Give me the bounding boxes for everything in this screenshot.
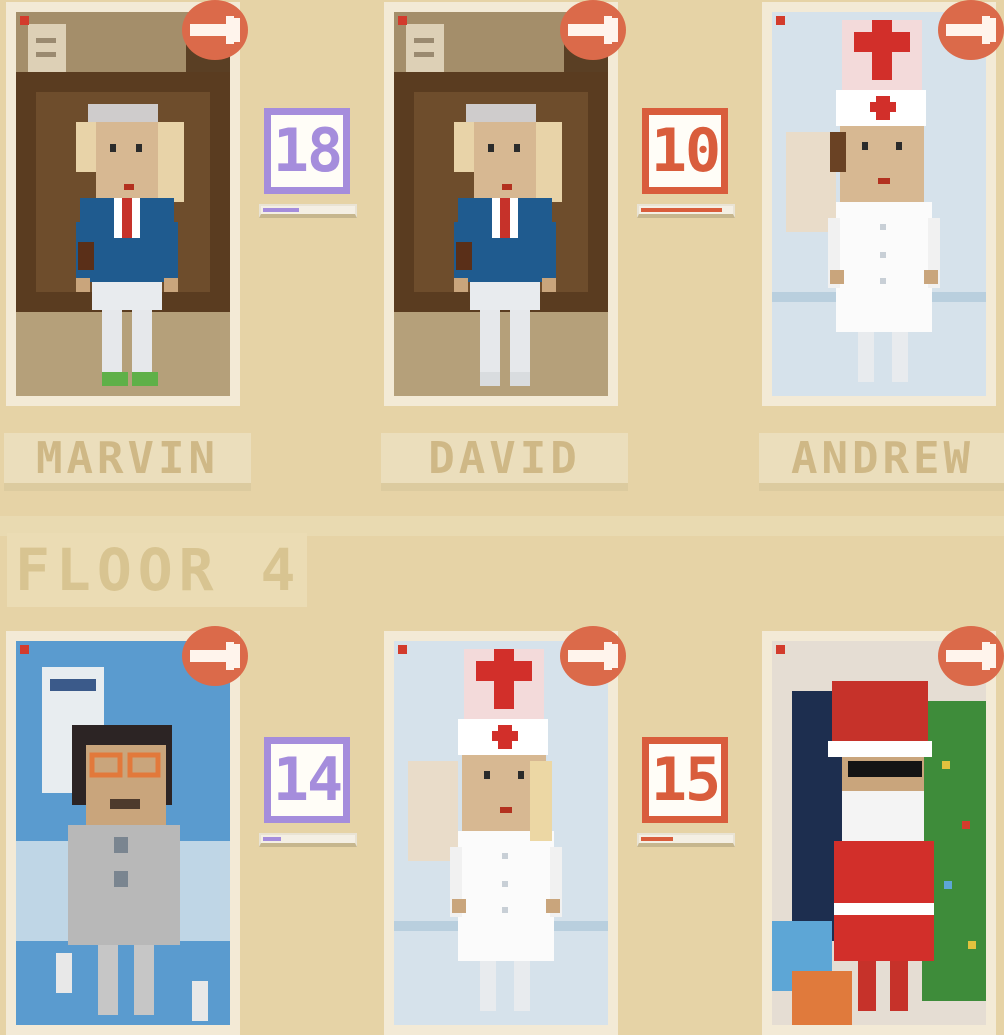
wrench-remove-icon [568, 16, 618, 44]
status-dot [398, 645, 407, 654]
remove-andrew-button[interactable] [938, 0, 1004, 60]
remove-marvin-button[interactable] [182, 0, 248, 60]
character-card-santa[interactable] [762, 631, 996, 1035]
character-card-marvin[interactable] [6, 2, 240, 406]
name-plate: DAVID [381, 433, 628, 491]
level-badge: 15 [642, 737, 728, 823]
character-portrait [16, 641, 230, 1025]
status-dot [776, 16, 785, 25]
wrench-remove-icon [946, 642, 996, 670]
character-card-david[interactable] [384, 2, 618, 406]
level-badge: 18 [264, 108, 350, 194]
status-dot [20, 645, 29, 654]
wrench-remove-icon [946, 16, 996, 44]
character-card-andrew[interactable] [762, 2, 996, 406]
character-portrait [772, 12, 986, 396]
wrench-remove-icon [190, 642, 240, 670]
remove-nurse-button[interactable] [560, 626, 626, 686]
level-badge: 10 [642, 108, 728, 194]
status-dot [20, 16, 29, 25]
character-portrait [772, 641, 986, 1025]
name-plate: MARVIN [4, 433, 251, 491]
wrench-remove-icon [190, 16, 240, 44]
floor-label: FLOOR 4 [7, 533, 307, 607]
name-plate: ANDREW [759, 433, 1004, 491]
status-dot [776, 645, 785, 654]
level-progress [259, 204, 357, 218]
character-card-scientist[interactable] [6, 631, 240, 1035]
level-progress [259, 833, 357, 847]
character-portrait [394, 12, 608, 396]
level-badge: 14 [264, 737, 350, 823]
character-portrait [16, 12, 230, 396]
level-progress [637, 204, 735, 218]
remove-santa-button[interactable] [938, 626, 1004, 686]
wrench-remove-icon [568, 642, 618, 670]
remove-david-button[interactable] [560, 0, 626, 60]
remove-scientist-button[interactable] [182, 626, 248, 686]
character-card-nurse[interactable] [384, 631, 618, 1035]
character-portrait [394, 641, 608, 1025]
level-progress [637, 833, 735, 847]
status-dot [398, 16, 407, 25]
